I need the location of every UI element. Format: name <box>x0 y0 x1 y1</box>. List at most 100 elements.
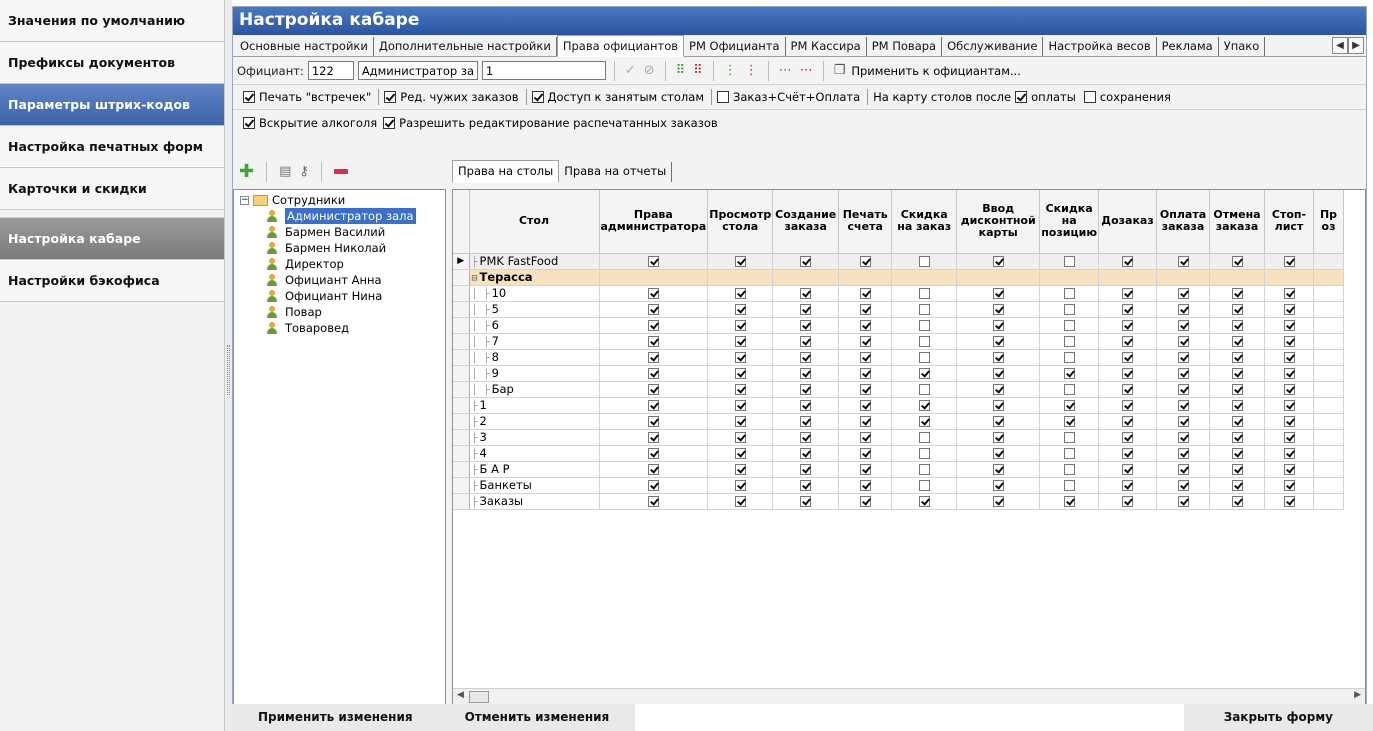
rights-cell[interactable] <box>772 493 840 510</box>
grid-row[interactable]: ├ Б А Р <box>453 461 1345 478</box>
rights-cell[interactable] <box>1313 445 1345 462</box>
rights-checkbox[interactable] <box>800 480 812 491</box>
column-header[interactable]: Просмотр стола <box>707 190 774 254</box>
waiter-extra-field[interactable] <box>481 61 606 80</box>
rights-checkbox[interactable] <box>734 400 746 411</box>
rights-cell[interactable] <box>1039 381 1100 398</box>
rights-cell[interactable] <box>1209 301 1266 318</box>
rights-checkbox[interactable] <box>647 496 659 507</box>
properties-icon[interactable]: ▤ <box>279 164 291 179</box>
rights-checkbox[interactable] <box>1063 368 1075 379</box>
table-name-cell[interactable]: │ ├ Бар <box>469 381 600 398</box>
rights-cell[interactable] <box>1209 397 1266 414</box>
add-employee-icon[interactable]: ✚ <box>239 161 254 182</box>
rights-cell[interactable] <box>1156 269 1211 286</box>
rights-checkbox[interactable] <box>734 368 746 379</box>
rights-checkbox[interactable] <box>918 480 930 491</box>
rights-checkbox[interactable] <box>1122 416 1134 427</box>
rights-checkbox[interactable] <box>918 496 930 507</box>
rights-cell[interactable] <box>707 253 774 270</box>
row-header[interactable] <box>453 445 470 462</box>
rights-checkbox[interactable] <box>1063 480 1075 491</box>
rights-cell[interactable] <box>1264 253 1315 270</box>
rights-checkbox[interactable] <box>1231 432 1243 443</box>
rights-cell[interactable] <box>599 445 709 462</box>
rights-cell[interactable] <box>1156 333 1211 350</box>
rights-cell[interactable] <box>1209 493 1266 510</box>
rights-cell[interactable] <box>707 317 774 334</box>
rights-cell[interactable] <box>599 349 709 366</box>
rights-cell[interactable] <box>772 477 840 494</box>
rights-checkbox[interactable] <box>1063 352 1075 363</box>
rights-cell[interactable] <box>956 461 1041 478</box>
rights-cell[interactable] <box>772 445 840 462</box>
rights-checkbox[interactable] <box>734 416 746 427</box>
tab-advertising[interactable]: Реклама <box>1157 37 1219 56</box>
rights-cell[interactable] <box>707 365 774 382</box>
rights-checkbox[interactable] <box>647 368 659 379</box>
tab-scroll-right-icon[interactable]: ▶ <box>1348 37 1364 54</box>
rights-cell[interactable] <box>956 253 1041 270</box>
rights-cell[interactable] <box>956 493 1041 510</box>
sidebar-item-print-forms[interactable]: Настройка печатных форм <box>0 126 224 168</box>
rights-checkbox[interactable] <box>1122 304 1134 315</box>
rights-cell[interactable] <box>1209 317 1266 334</box>
uncheck-all-grid-icon[interactable]: ⠿ <box>691 63 705 79</box>
grid-row[interactable]: │ ├ 10 <box>453 285 1345 302</box>
rights-checkbox[interactable] <box>647 352 659 363</box>
tree-item-employee[interactable]: Директор <box>234 256 445 272</box>
rights-checkbox[interactable] <box>800 256 812 267</box>
rights-checkbox[interactable] <box>647 256 659 267</box>
rights-checkbox[interactable] <box>859 336 871 347</box>
rights-cell[interactable] <box>1313 493 1345 510</box>
rights-cell[interactable] <box>838 365 893 382</box>
rights-cell[interactable] <box>1313 269 1345 286</box>
rights-cell[interactable] <box>1098 333 1158 350</box>
close-form-button[interactable]: Закрыть форму <box>1183 704 1373 731</box>
tab-packaging[interactable]: Упако <box>1219 37 1266 56</box>
rights-checkbox[interactable] <box>1177 384 1189 395</box>
row-header[interactable] <box>453 317 470 334</box>
apply-changes-button[interactable]: Применить изменения <box>232 704 439 731</box>
rights-checkbox[interactable] <box>1283 400 1295 411</box>
grid-group-row[interactable]: ⊟ Терасса <box>453 269 1345 286</box>
rights-checkbox[interactable] <box>1177 464 1189 475</box>
rights-checkbox[interactable] <box>992 400 1004 411</box>
rights-checkbox[interactable] <box>859 304 871 315</box>
rights-cell[interactable] <box>1209 429 1266 446</box>
rights-cell[interactable] <box>1039 301 1100 318</box>
rights-cell[interactable] <box>1156 285 1211 302</box>
after-payment-option[interactable]: оплаты <box>1015 90 1082 104</box>
rights-checkbox[interactable] <box>1283 448 1295 459</box>
rights-cell[interactable] <box>838 493 893 510</box>
rights-checkbox[interactable] <box>800 304 812 315</box>
rights-checkbox[interactable] <box>1122 352 1134 363</box>
rights-cell[interactable] <box>891 413 958 430</box>
rights-checkbox[interactable] <box>1063 496 1075 507</box>
grid-row[interactable]: ├ Банкеты <box>453 477 1345 494</box>
rights-checkbox[interactable] <box>1177 400 1189 411</box>
rights-checkbox[interactable] <box>1122 448 1134 459</box>
rights-cell[interactable] <box>891 317 958 334</box>
column-header[interactable]: Права администратора <box>599 190 709 254</box>
rights-checkbox[interactable] <box>992 352 1004 363</box>
grid-row[interactable]: │ ├ 9 <box>453 365 1345 382</box>
rights-checkbox[interactable] <box>1177 480 1189 491</box>
grid-row[interactable]: ▶ ├ PMK FastFood <box>453 253 1345 270</box>
rights-checkbox[interactable] <box>800 368 812 379</box>
rights-cell[interactable] <box>599 333 709 350</box>
cancel-changes-button[interactable]: Отменить изменения <box>438 704 636 731</box>
rights-cell[interactable] <box>599 365 709 382</box>
after-saving-checkbox[interactable] <box>1083 91 1096 103</box>
rights-cell[interactable] <box>599 397 709 414</box>
rights-checkbox[interactable] <box>734 496 746 507</box>
row-header[interactable] <box>453 461 470 478</box>
rights-cell[interactable] <box>1156 477 1211 494</box>
rights-cell[interactable] <box>707 269 774 286</box>
grid-row[interactable]: │ ├ 6 <box>453 317 1345 334</box>
rights-cell[interactable] <box>1098 253 1158 270</box>
rights-checkbox[interactable] <box>1063 400 1075 411</box>
rights-checkbox[interactable] <box>1231 336 1243 347</box>
rights-cell[interactable] <box>772 253 840 270</box>
rights-checkbox[interactable] <box>800 336 812 347</box>
